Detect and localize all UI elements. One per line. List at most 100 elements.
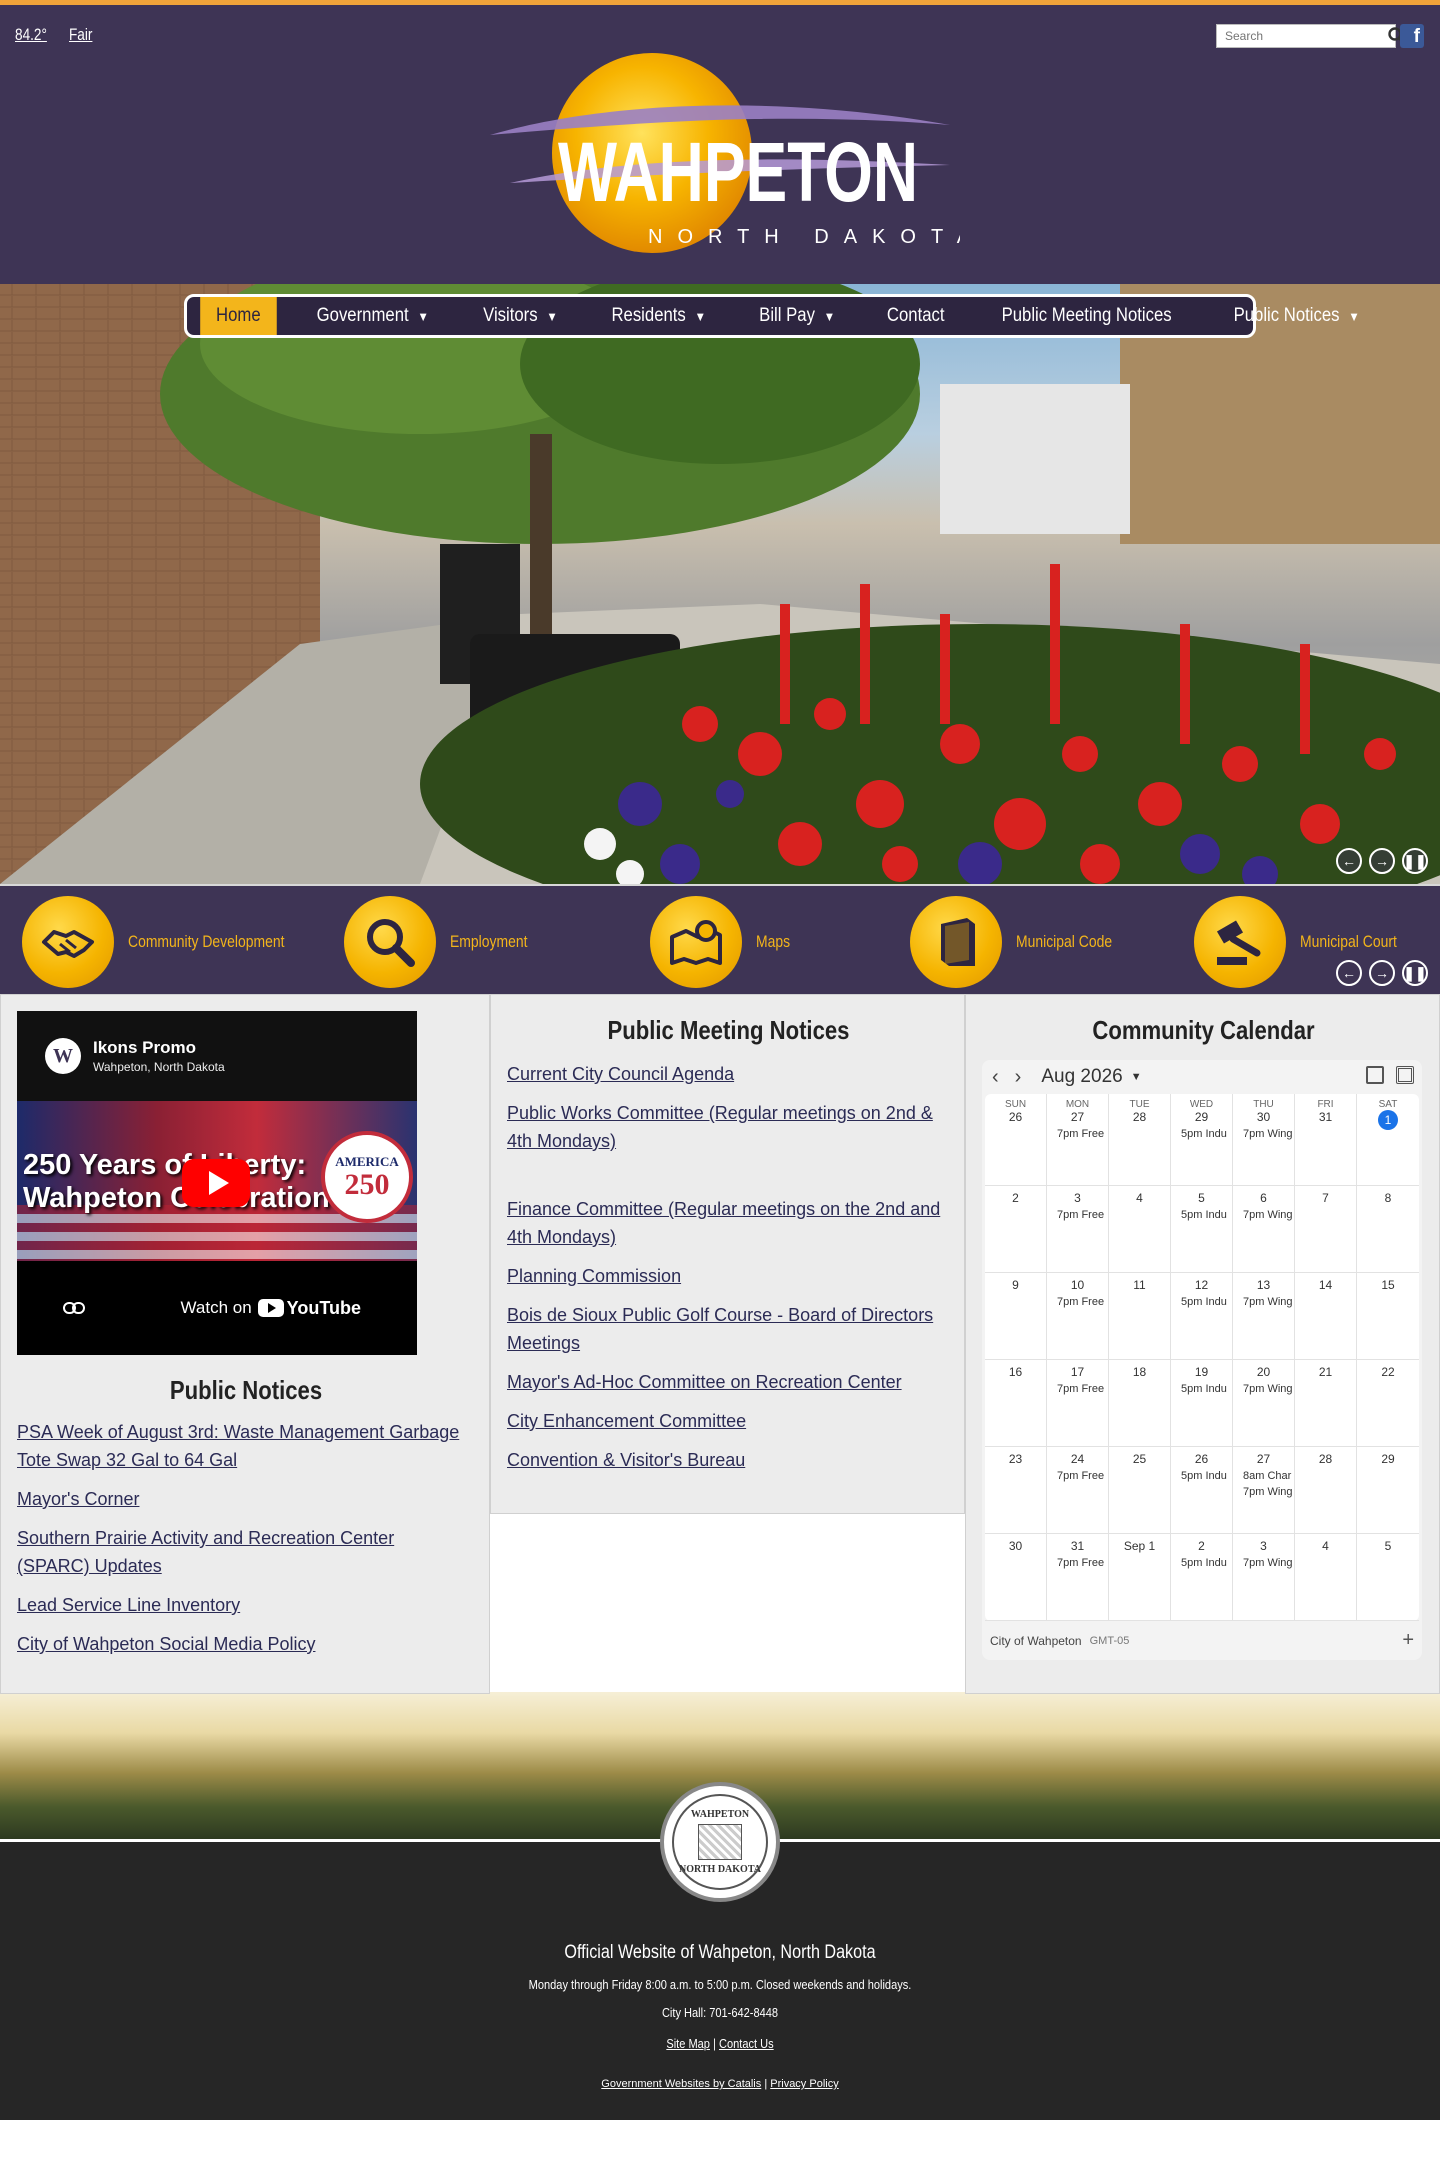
facebook-icon[interactable]: f xyxy=(1400,24,1424,48)
calendar-day-cell[interactable]: 11 xyxy=(1109,1273,1171,1360)
meeting-link[interactable]: Bois de Sioux Public Golf Course - Board… xyxy=(507,1305,933,1353)
add-calendar-icon[interactable]: + xyxy=(1402,1629,1414,1652)
channel-avatar[interactable]: W xyxy=(45,1038,81,1074)
date-number[interactable]: 30 xyxy=(1233,1110,1294,1124)
date-number[interactable]: 26 xyxy=(985,1110,1046,1124)
calendar-day-cell[interactable]: SAT 1 xyxy=(1357,1094,1419,1186)
site-map-link[interactable]: Site Map xyxy=(666,2036,710,2051)
calendar-event[interactable]: 7pm Free xyxy=(1047,1470,1108,1482)
date-number[interactable]: 26 xyxy=(1171,1452,1232,1466)
date-number[interactable]: 14 xyxy=(1295,1278,1356,1292)
pause-icon[interactable]: ❚❚ xyxy=(1402,960,1428,986)
date-number[interactable]: 17 xyxy=(1047,1365,1108,1379)
grid-view-icon[interactable] xyxy=(1396,1066,1414,1084)
date-number[interactable]: 28 xyxy=(1109,1110,1170,1124)
meeting-link[interactable]: Convention & Visitor's Bureau xyxy=(507,1450,745,1470)
calendar-day-cell[interactable]: 28 xyxy=(1295,1447,1357,1534)
month-selector[interactable]: Aug 2026 ▼ xyxy=(1041,1066,1141,1088)
catalis-link[interactable]: Government Websites by Catalis xyxy=(601,2078,761,2090)
calendar-event[interactable]: 5pm Indu xyxy=(1171,1128,1232,1140)
date-number[interactable]: 2 xyxy=(985,1191,1046,1205)
date-number[interactable]: 3 xyxy=(1047,1191,1108,1205)
date-number[interactable]: 6 xyxy=(1233,1191,1294,1205)
calendar-day-cell[interactable]: 3 7pm Free xyxy=(1047,1186,1109,1273)
calendar-event[interactable]: 7pm Wing xyxy=(1233,1557,1294,1569)
date-number[interactable]: 11 xyxy=(1109,1278,1170,1292)
meeting-link[interactable]: City Enhancement Committee xyxy=(507,1411,746,1431)
date-number[interactable]: 31 xyxy=(1047,1539,1108,1553)
calendar-day-cell[interactable]: 8 xyxy=(1357,1186,1419,1273)
calendar-day-cell[interactable]: 15 xyxy=(1357,1273,1419,1360)
video-channel-name[interactable]: Ikons Promo xyxy=(93,1038,225,1058)
nav-contact[interactable]: Contact xyxy=(868,297,963,335)
date-number[interactable]: 27 xyxy=(1233,1452,1294,1466)
search-input[interactable] xyxy=(1217,25,1388,47)
nav-government[interactable]: Government ▼ xyxy=(298,297,447,335)
meeting-link[interactable]: Current City Council Agenda xyxy=(507,1064,734,1084)
calendar-day-cell[interactable]: THU 30 7pm Wing xyxy=(1233,1094,1295,1186)
nav-home[interactable]: Home xyxy=(200,297,277,335)
date-number[interactable]: Sep 1 xyxy=(1109,1539,1170,1553)
nav-public-notices[interactable]: Public Notices ▼ xyxy=(1215,297,1378,335)
nav-visitors[interactable]: Visitors ▼ xyxy=(465,297,577,335)
calendar-day-cell[interactable]: 4 xyxy=(1295,1534,1357,1621)
date-number[interactable]: 16 xyxy=(985,1365,1046,1379)
calendar-event[interactable]: 5pm Indu xyxy=(1171,1209,1232,1221)
video-thumbnail[interactable]: 250 Years of Liberty: Wahpeton Celebrati… xyxy=(17,1101,417,1261)
weather-widget[interactable]: 84.2° Fair xyxy=(15,25,98,45)
quicklink-maps[interactable]: Maps xyxy=(650,896,798,988)
date-number[interactable]: 31 xyxy=(1295,1110,1356,1124)
notice-link[interactable]: PSA Week of August 3rd: Waste Management… xyxy=(17,1422,459,1470)
date-number[interactable]: 12 xyxy=(1171,1278,1232,1292)
calendar-day-cell[interactable]: 25 xyxy=(1109,1447,1171,1534)
date-number[interactable]: 27 xyxy=(1047,1110,1108,1124)
calendar-day-cell[interactable]: 26 5pm Indu xyxy=(1171,1447,1233,1534)
date-number[interactable]: 7 xyxy=(1295,1191,1356,1205)
date-number[interactable]: 18 xyxy=(1109,1365,1170,1379)
play-button-icon[interactable] xyxy=(182,1159,250,1207)
calendar-event[interactable]: 7pm Wing xyxy=(1233,1486,1294,1498)
calendar-day-cell[interactable]: 16 xyxy=(985,1360,1047,1447)
calendar-day-cell[interactable]: 23 xyxy=(985,1447,1047,1534)
calendar-day-cell[interactable]: Sep 1 xyxy=(1109,1534,1171,1621)
date-number[interactable]: 5 xyxy=(1171,1191,1232,1205)
calendar-day-cell[interactable]: 2 xyxy=(985,1186,1047,1273)
calendar-day-cell[interactable]: 30 xyxy=(985,1534,1047,1621)
next-arrow-icon[interactable]: → xyxy=(1369,848,1395,874)
calendar-event[interactable]: 7pm Free xyxy=(1047,1128,1108,1140)
calendar-event[interactable]: 7pm Wing xyxy=(1233,1128,1294,1140)
notice-link[interactable]: Mayor's Corner xyxy=(17,1489,139,1509)
date-number[interactable]: 29 xyxy=(1171,1110,1232,1124)
meeting-link[interactable]: Finance Committee (Regular meetings on t… xyxy=(507,1199,940,1247)
calendar-day-cell[interactable]: 18 xyxy=(1109,1360,1171,1447)
calendar-event[interactable]: 7pm Wing xyxy=(1233,1209,1294,1221)
calendar-event[interactable]: 7pm Wing xyxy=(1233,1296,1294,1308)
calendar-event[interactable]: 5pm Indu xyxy=(1171,1383,1232,1395)
calendar-day-cell[interactable]: 10 7pm Free xyxy=(1047,1273,1109,1360)
date-number[interactable]: 29 xyxy=(1357,1452,1419,1466)
weather-temp[interactable]: 84.2° xyxy=(15,25,47,45)
calendar-day-cell[interactable]: 7 xyxy=(1295,1186,1357,1273)
calendar-event[interactable]: 5pm Indu xyxy=(1171,1470,1232,1482)
calendar-view-icon[interactable] xyxy=(1366,1066,1384,1084)
calendar-day-cell[interactable]: TUE 28 xyxy=(1109,1094,1171,1186)
calendar-event[interactable]: 5pm Indu xyxy=(1171,1557,1232,1569)
date-number[interactable]: 13 xyxy=(1233,1278,1294,1292)
calendar-day-cell[interactable]: MON 27 7pm Free xyxy=(1047,1094,1109,1186)
calendar-day-cell[interactable]: 24 7pm Free xyxy=(1047,1447,1109,1534)
date-number[interactable]: 4 xyxy=(1109,1191,1170,1205)
notice-link[interactable]: Lead Service Line Inventory xyxy=(17,1595,240,1615)
nav-bill-pay[interactable]: Bill Pay ▼ xyxy=(741,297,854,335)
date-number[interactable]: 21 xyxy=(1295,1365,1356,1379)
calendar-day-cell[interactable]: 31 7pm Free xyxy=(1047,1534,1109,1621)
meeting-link[interactable]: Mayor's Ad-Hoc Committee on Recreation C… xyxy=(507,1372,902,1392)
calendar-day-cell[interactable]: 21 xyxy=(1295,1360,1357,1447)
pause-icon[interactable]: ❚❚ xyxy=(1402,848,1428,874)
date-number[interactable]: 10 xyxy=(1047,1278,1108,1292)
calendar-event[interactable]: 7pm Wing xyxy=(1233,1383,1294,1395)
weather-condition[interactable]: Fair xyxy=(69,25,92,45)
quicklink-employment[interactable]: Employment xyxy=(344,896,544,988)
nav-public-meeting-notices[interactable]: Public Meeting Notices xyxy=(983,297,1190,335)
prev-arrow-icon[interactable]: ← xyxy=(1336,960,1362,986)
date-number[interactable]: 23 xyxy=(985,1452,1046,1466)
